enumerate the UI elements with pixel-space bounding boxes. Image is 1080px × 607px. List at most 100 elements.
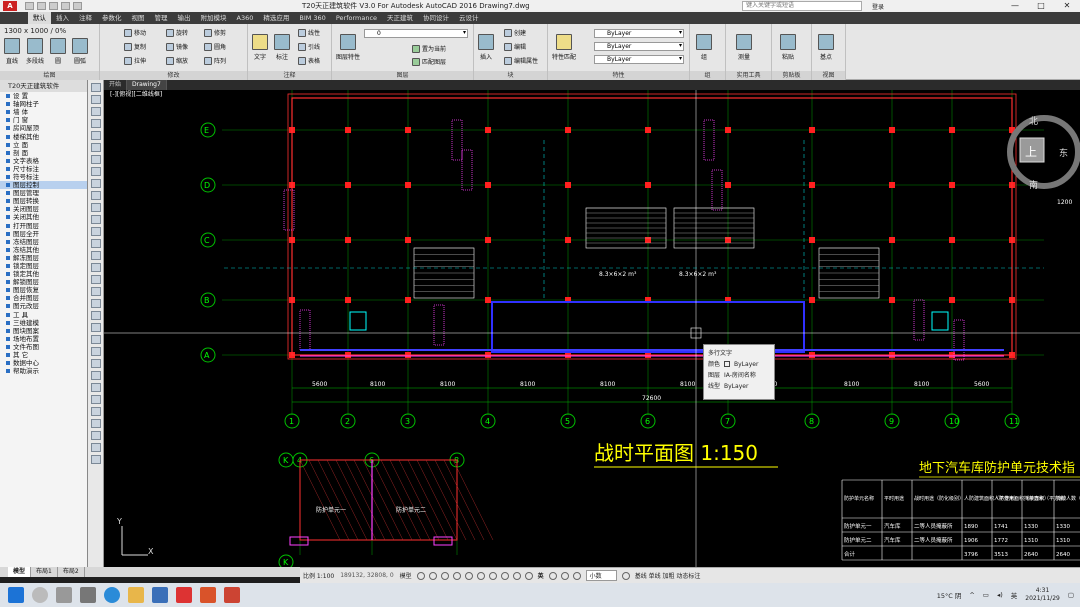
copy-tool[interactable]: 复制 xyxy=(124,42,146,51)
palette-item[interactable]: 房间屋顶 xyxy=(0,124,87,132)
color-dropdown[interactable]: ByLayer xyxy=(594,29,684,38)
group-button[interactable]: 组 xyxy=(696,34,712,61)
autocad-logo-icon[interactable]: A xyxy=(3,1,17,11)
base-view-button[interactable]: 基点 xyxy=(818,34,834,61)
tool-strip-icon[interactable] xyxy=(90,275,101,284)
paste-button[interactable]: 粘贴 xyxy=(780,34,796,61)
layer-dropdown[interactable]: 0 xyxy=(364,29,468,38)
sign-in-link[interactable]: 登录 xyxy=(872,2,884,11)
annotation-visibility-icon[interactable] xyxy=(524,571,533,580)
notification-icon[interactable]: ▢ xyxy=(1068,591,1074,599)
tool-strip-icon[interactable] xyxy=(90,167,101,176)
stretch-tool[interactable]: 拉伸 xyxy=(124,56,146,65)
tool-strip-icon[interactable] xyxy=(90,407,101,416)
tangent-status-text[interactable]: 基线 单线 加粗 动态标注 xyxy=(635,571,701,580)
polyline-tool[interactable]: 多段线 xyxy=(26,38,44,65)
palette-item[interactable]: 数据中心 xyxy=(0,359,87,367)
search-input[interactable]: 键入关键字或短语 xyxy=(742,1,862,11)
open-file-icon[interactable] xyxy=(37,2,46,10)
circle-tool[interactable]: 圆 xyxy=(50,38,66,65)
windows-start-icon[interactable] xyxy=(8,587,24,603)
set-current-layer-button[interactable]: 置为当前 xyxy=(412,44,446,53)
groups-panel-title[interactable]: 组 xyxy=(690,71,725,80)
move-tool[interactable]: 移动 xyxy=(124,28,146,37)
transparency-toggle-icon[interactable] xyxy=(500,571,509,580)
palette-item[interactable]: 锁定其他 xyxy=(0,270,87,278)
draw-panel-title[interactable]: 绘图 xyxy=(0,71,99,80)
ribbon-tab[interactable]: 默认 xyxy=(28,12,51,24)
snap-toggle-icon[interactable] xyxy=(428,571,437,580)
tool-strip-icon[interactable] xyxy=(90,359,101,368)
tool-strip-icon[interactable] xyxy=(90,335,101,344)
ribbon-tab[interactable]: 参数化 xyxy=(97,12,127,24)
fillet-tool[interactable]: 圆角 xyxy=(204,42,226,51)
units-dropdown[interactable]: 小数 xyxy=(585,570,617,581)
tool-strip-icon[interactable] xyxy=(90,287,101,296)
workspace-gear-icon[interactable] xyxy=(548,571,557,580)
file-explorer-icon[interactable] xyxy=(128,587,144,603)
tool-strip-icon[interactable] xyxy=(90,227,101,236)
palette-item[interactable]: 场地布置 xyxy=(0,335,87,343)
volume-icon[interactable]: ◂) xyxy=(997,591,1003,599)
tool-strip-icon[interactable] xyxy=(90,191,101,200)
palette-item[interactable]: 冻结其他 xyxy=(0,246,87,254)
ribbon-tab[interactable]: 精选应用 xyxy=(258,12,294,24)
tool-strip-icon[interactable] xyxy=(90,143,101,152)
minimize-button[interactable]: — xyxy=(1002,0,1028,12)
ribbon-tab[interactable]: BIM 360 xyxy=(294,12,330,24)
model-space-toggle[interactable]: 模型 xyxy=(400,571,412,580)
tool-strip-icon[interactable] xyxy=(90,455,101,464)
match-properties-button[interactable]: 特性匹配 xyxy=(552,34,576,61)
tool-strip-icon[interactable] xyxy=(90,203,101,212)
tool-strip-icon[interactable] xyxy=(90,431,101,440)
edit-attributes-button[interactable]: 编辑属性 xyxy=(504,56,538,65)
palette-item[interactable]: 图层管理 xyxy=(0,189,87,197)
palette-item[interactable]: 图块图案 xyxy=(0,327,87,335)
annotation-monitor-icon[interactable] xyxy=(560,571,569,580)
trim-tool[interactable]: 修剪 xyxy=(204,28,226,37)
scale-tool[interactable]: 缩放 xyxy=(166,56,188,65)
document-tab[interactable]: Drawing7 xyxy=(127,80,167,90)
match-layer-button[interactable]: 匹配图层 xyxy=(412,57,446,66)
layer-properties-button[interactable]: 图层特性 xyxy=(336,34,360,61)
redo-icon[interactable] xyxy=(73,2,82,10)
ribbon-tab[interactable]: 云设计 xyxy=(454,12,484,24)
annotation-scale[interactable]: 比例 1:100 xyxy=(303,571,334,580)
autocad-taskbar-icon[interactable] xyxy=(176,587,192,603)
lineweight-dropdown[interactable]: ByLayer xyxy=(594,55,684,64)
measure-button[interactable]: 测量 xyxy=(736,34,752,61)
annotation-panel-title[interactable]: 注释 xyxy=(248,71,331,80)
ime-indicator[interactable]: 英 xyxy=(538,571,544,580)
palette-item[interactable]: 三维建模 xyxy=(0,319,87,327)
ortho-toggle-icon[interactable] xyxy=(440,571,449,580)
dimension-tool[interactable]: 标注 xyxy=(274,34,290,61)
hardware-acceleration-icon[interactable] xyxy=(621,571,630,580)
tool-strip-icon[interactable] xyxy=(90,107,101,116)
document-tab[interactable]: 开始 xyxy=(104,80,128,90)
layout-tab[interactable]: 布局2 xyxy=(58,567,85,577)
palette-item[interactable]: 剖 面 xyxy=(0,149,87,157)
app-icon[interactable] xyxy=(224,587,240,603)
palette-item[interactable]: 冻结图层 xyxy=(0,238,87,246)
palette-item[interactable]: 锁定图层 xyxy=(0,262,87,270)
otrack-toggle-icon[interactable] xyxy=(476,571,485,580)
line-tool[interactable]: 直线 xyxy=(4,38,20,65)
ribbon-tab[interactable]: 插入 xyxy=(51,12,74,24)
palette-item[interactable]: 图层全开 xyxy=(0,230,87,238)
undo-icon[interactable] xyxy=(61,2,70,10)
ribbon-tab[interactable]: 附加模块 xyxy=(196,12,232,24)
weather-widget[interactable]: 15°C 阴 xyxy=(937,590,962,600)
palette-item[interactable]: 符号标注 xyxy=(0,173,87,181)
linetype-dropdown[interactable]: ByLayer xyxy=(594,42,684,51)
ribbon-tab[interactable]: Performance xyxy=(331,12,382,24)
ribbon-tab[interactable]: 协同设计 xyxy=(418,12,454,24)
tool-strip-icon[interactable] xyxy=(90,83,101,92)
osnap-toggle-icon[interactable] xyxy=(464,571,473,580)
new-file-icon[interactable] xyxy=(25,2,34,10)
linear-tool[interactable]: 线性 xyxy=(298,28,320,37)
save-icon[interactable] xyxy=(49,2,58,10)
tool-strip-icon[interactable] xyxy=(90,419,101,428)
tool-strip-icon[interactable] xyxy=(90,311,101,320)
palette-item[interactable]: 其 它 xyxy=(0,351,87,359)
grid-toggle-icon[interactable] xyxy=(416,571,425,580)
